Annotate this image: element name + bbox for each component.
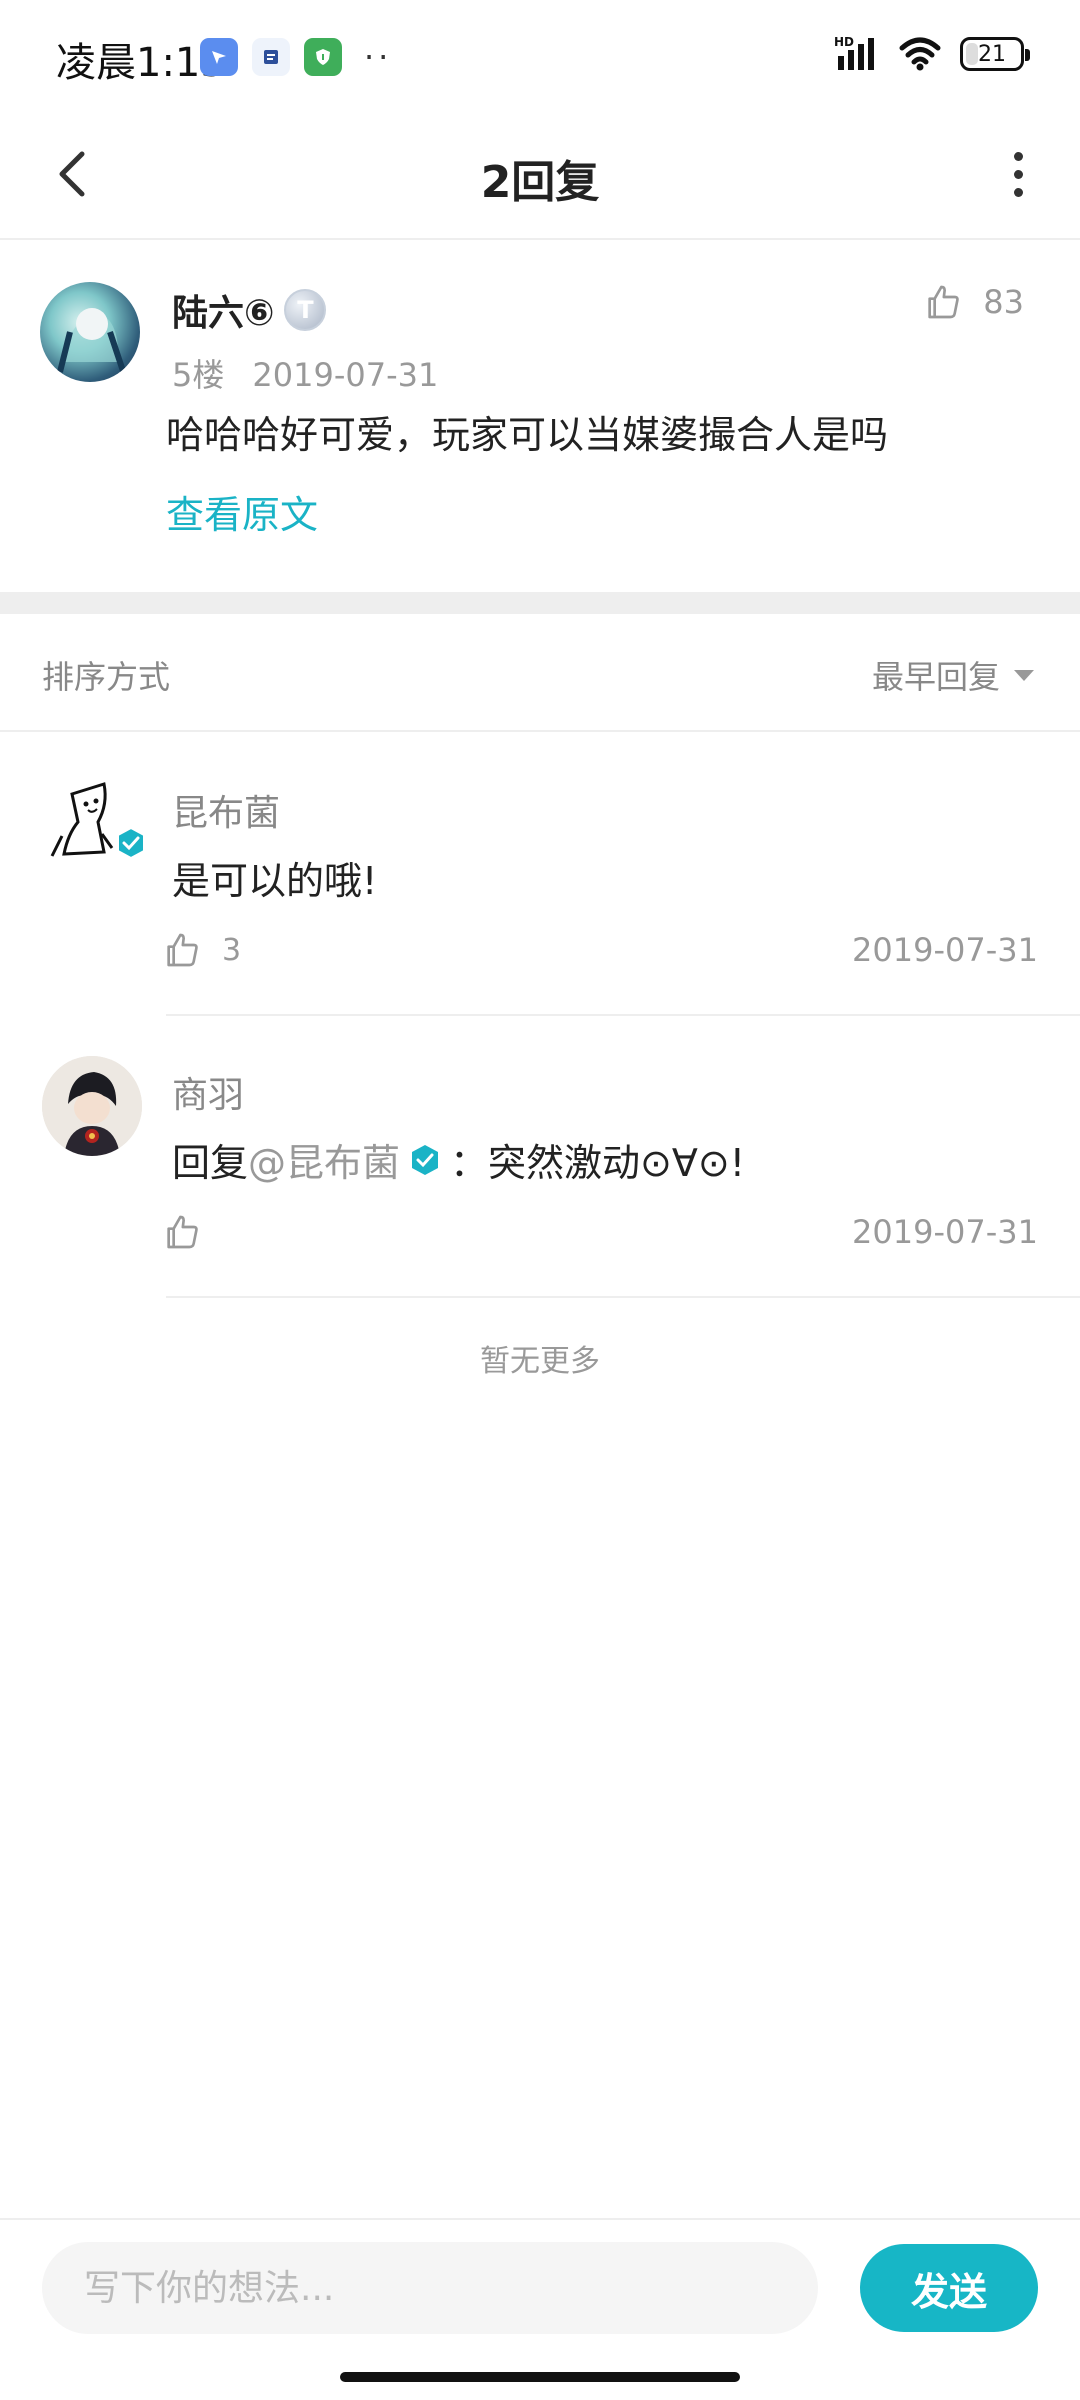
original-post: 陆六⑥ T 5楼 2019-07-31 哈哈哈好可爱，玩家可以当媒婆撮合人是吗 查…: [0, 242, 1080, 592]
sort-label: 排序方式: [42, 658, 171, 696]
signal-icon: HD: [834, 35, 874, 70]
reply-footer: 2019-07-31: [162, 1202, 1038, 1262]
view-original-link[interactable]: 查看原文: [166, 484, 318, 539]
composer-bar: 发送: [0, 2218, 1080, 2354]
caret-down-icon: [1014, 669, 1034, 681]
level-badge: T: [284, 289, 327, 331]
section-divider: [0, 592, 1080, 614]
reply-date: 2019-07-31: [852, 1213, 1038, 1251]
reply-prefix: 回复: [172, 1141, 249, 1185]
reply-item: 商羽 回复 @昆布菌 ：突然激动⊙∀⊙! 2019-07-31: [0, 1016, 1080, 1298]
thumbs-up-icon: [167, 1215, 198, 1249]
more-options-button[interactable]: [986, 142, 1050, 206]
verified-badge-icon: [408, 1143, 442, 1177]
post-like-button[interactable]: 83: [923, 282, 1024, 322]
reply-text: 回复 @昆布菌 ：突然激动⊙∀⊙!: [172, 1132, 745, 1187]
send-button[interactable]: 发送: [860, 2244, 1038, 2332]
status-indicators: HD 21: [834, 34, 1030, 74]
shield-app-icon: [304, 38, 342, 76]
battery-level: 21: [978, 41, 1006, 67]
reply-date: 2019-07-31: [852, 931, 1038, 969]
news-app-icon: [252, 38, 290, 76]
reply-footer: 3 2019-07-31: [162, 920, 1038, 980]
post-author[interactable]: 陆六⑥ T: [172, 284, 327, 336]
verified-badge-icon: [117, 826, 145, 860]
reply-divider: [166, 1296, 1080, 1298]
signal-hd-label: HD: [834, 35, 854, 49]
thumbs-up-icon: [928, 285, 960, 319]
bird-app-icon: [200, 38, 238, 76]
wifi-icon: [899, 37, 941, 71]
reply-like-button[interactable]: 3: [162, 930, 241, 970]
battery-icon: 21: [960, 37, 1030, 71]
more-vertical-icon: [1013, 151, 1023, 161]
thumbs-up-icon: [167, 933, 198, 967]
sort-select[interactable]: 最早回复: [872, 652, 1034, 698]
reply-author[interactable]: 商羽: [172, 1066, 244, 1118]
post-like-count: 83: [983, 283, 1024, 321]
sort-bar: 排序方式 最早回复: [0, 614, 1080, 732]
reply-like-count: 3: [222, 932, 242, 968]
status-app-icons: ··: [200, 38, 392, 76]
post-floor: 5楼: [172, 356, 225, 394]
status-more-dots: ··: [364, 38, 393, 76]
post-author-name: 陆六⑥: [172, 293, 275, 334]
home-indicator[interactable]: [340, 2372, 740, 2382]
status-bar: 凌晨1:15 ·· HD 21: [0, 0, 1080, 112]
reply-like-button[interactable]: [162, 1212, 222, 1252]
page-title: 2回复: [480, 157, 600, 208]
avatar[interactable]: [42, 774, 145, 874]
reply-author[interactable]: 昆布菌: [172, 784, 280, 836]
avatar[interactable]: [42, 1056, 142, 1156]
mention-link[interactable]: @昆布菌: [248, 1132, 400, 1187]
post-date: 2019-07-31: [252, 356, 439, 394]
post-meta: 5楼 2019-07-31: [172, 350, 438, 396]
nav-bar: 2回复: [0, 112, 1080, 240]
post-text: 哈哈哈好可爱，玩家可以当媒婆撮合人是吗: [166, 413, 889, 457]
comment-input[interactable]: [42, 2242, 818, 2334]
reply-text: 是可以的哦!: [172, 859, 378, 903]
avatar[interactable]: [40, 282, 140, 382]
sort-selected-value: 最早回复: [871, 658, 1000, 696]
reply-item: 昆布菌 是可以的哦! 3 2019-07-31: [0, 734, 1080, 1016]
reply-body: ：突然激动⊙∀⊙!: [450, 1141, 745, 1185]
no-more-label: 暂无更多: [480, 1344, 600, 1379]
